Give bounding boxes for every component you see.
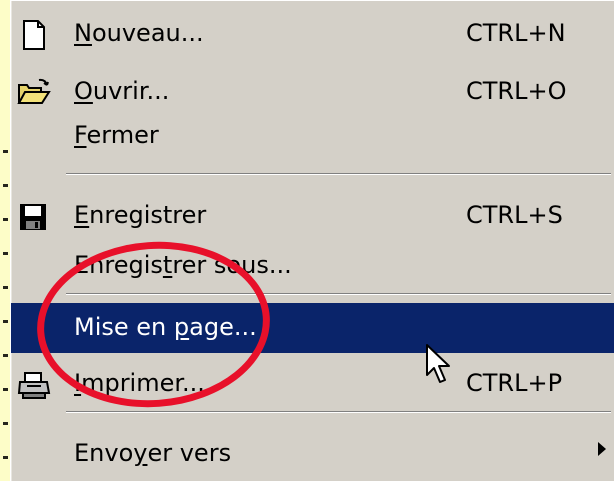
menu-item-label: Ouvrir... — [74, 77, 170, 105]
menu-item-label: Nouveau... — [74, 19, 204, 47]
background-dotted-border — [3, 150, 8, 467]
menu-separator — [66, 411, 611, 413]
mouse-cursor-icon — [425, 343, 455, 391]
new-document-icon — [17, 19, 49, 51]
menu-item-shortcut: CTRL+O — [466, 77, 567, 105]
menu-item-label: Envoyer vers — [74, 439, 232, 467]
open-folder-icon — [17, 77, 51, 109]
menu-item-nouveau[interactable]: Nouveau... CTRL+N — [11, 7, 614, 65]
menu-item-label: Fermer — [74, 121, 159, 149]
menu-item-shortcut: CTRL+P — [466, 369, 563, 397]
save-disk-icon — [17, 201, 49, 233]
menu-item-envoyer-vers[interactable]: Envoyer vers — [11, 421, 614, 479]
file-menu: Nouveau... CTRL+N Ouvrir... CTRL+O Ferme… — [10, 0, 614, 481]
menu-item-fermer[interactable]: Fermer — [11, 109, 614, 167]
menu-item-label: Enregistrer — [74, 201, 207, 229]
menu-item-shortcut: CTRL+N — [466, 19, 566, 47]
printer-icon — [17, 369, 51, 401]
submenu-arrow-icon — [598, 442, 606, 456]
menu-separator — [66, 173, 611, 175]
menu-item-shortcut: CTRL+S — [466, 201, 563, 229]
